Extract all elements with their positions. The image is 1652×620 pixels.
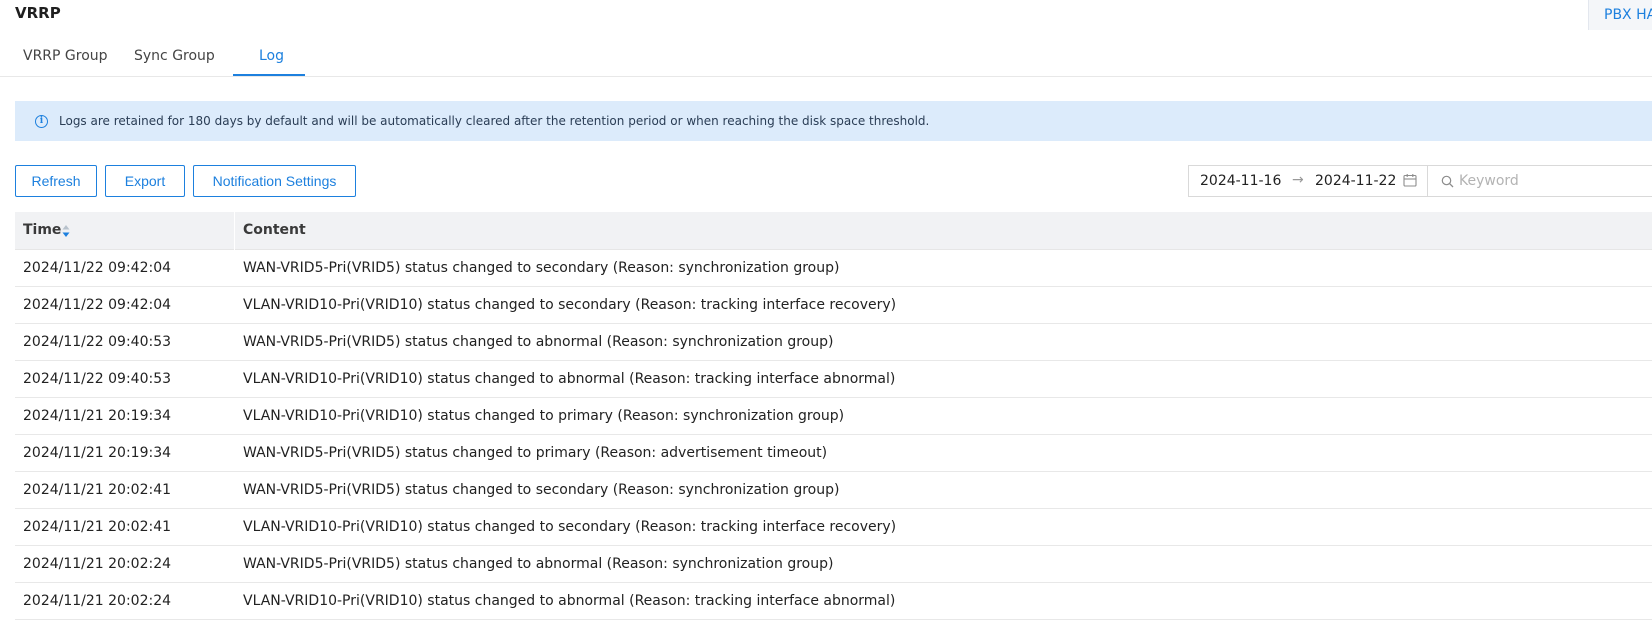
search-input[interactable] — [1459, 171, 1649, 191]
active-tab-indicator — [233, 74, 305, 76]
search-icon — [1441, 175, 1454, 188]
table-header: Time Content — [15, 212, 1652, 250]
table-row[interactable]: 2024/11/21 20:19:34 VLAN-VRID10-Pri(VRID1… — [15, 398, 1652, 435]
cell-content: VLAN-VRID10-Pri(VRID10) status changed t… — [243, 297, 897, 313]
cell-time: 2024/11/22 09:40:53 — [23, 334, 172, 350]
cell-time: 2024/11/22 09:42:04 — [23, 260, 172, 276]
cell-content: WAN-VRID5-Pri(VRID5) status changed to a… — [243, 334, 834, 350]
date-end[interactable]: 2024-11-22 — [1315, 173, 1396, 189]
cell-content: VLAN-VRID10-Pri(VRID10) status changed t… — [243, 593, 896, 609]
table-row[interactable]: 2024/11/21 20:02:41 WAN-VRID5-Pri(VRID5) … — [15, 472, 1652, 509]
table-body: 2024/11/22 09:42:04 WAN-VRID5-Pri(VRID5) … — [15, 250, 1652, 620]
table-row[interactable]: 2024/11/21 20:19:34 WAN-VRID5-Pri(VRID5) … — [15, 435, 1652, 472]
cell-content: WAN-VRID5-Pri(VRID5) status changed to s… — [243, 482, 840, 498]
cell-time: 2024/11/21 20:02:24 — [23, 593, 172, 609]
tab-bar: VRRP Group Sync Group Log — [0, 38, 1652, 77]
pbx-ha-button[interactable]: PBX HA — [1588, 0, 1652, 30]
column-header-content: Content — [243, 222, 306, 238]
table-row[interactable]: 2024/11/22 09:42:04 VLAN-VRID10-Pri(VRID1… — [15, 287, 1652, 324]
retention-notice: i Logs are retained for 180 days by defa… — [15, 101, 1652, 141]
cell-time: 2024/11/21 20:19:34 — [23, 445, 172, 461]
cell-time: 2024/11/22 09:42:04 — [23, 297, 172, 313]
export-button[interactable]: Export — [105, 165, 185, 197]
info-icon: i — [35, 114, 48, 128]
cell-content: VLAN-VRID10-Pri(VRID10) status changed t… — [243, 371, 896, 387]
table-row[interactable]: 2024/11/21 20:02:24 VLAN-VRID10-Pri(VRID1… — [15, 583, 1652, 620]
retention-notice-text: Logs are retained for 180 days by defaul… — [59, 114, 930, 128]
vrrp-log-page: VRRP PBX HA VRRP Group Sync Group Log i … — [0, 0, 1652, 620]
table-row[interactable]: 2024/11/22 09:40:53 VLAN-VRID10-Pri(VRID1… — [15, 361, 1652, 398]
refresh-button[interactable]: Refresh — [15, 165, 97, 197]
date-range-picker[interactable]: 2024-11-16 → 2024-11-22 — [1188, 165, 1428, 197]
column-divider — [234, 212, 235, 250]
tab-vrrp-group[interactable]: VRRP Group — [23, 48, 108, 64]
cell-time: 2024/11/21 20:02:41 — [23, 519, 172, 535]
tab-sync-group[interactable]: Sync Group — [134, 48, 215, 64]
cell-time: 2024/11/21 20:19:34 — [23, 408, 172, 424]
date-start[interactable]: 2024-11-16 — [1200, 173, 1281, 189]
column-header-time[interactable]: Time — [23, 222, 61, 238]
table-row[interactable]: 2024/11/21 20:02:24 WAN-VRID5-Pri(VRID5) … — [15, 546, 1652, 583]
cell-content: WAN-VRID5-Pri(VRID5) status changed to a… — [243, 556, 834, 572]
table-row[interactable]: 2024/11/22 09:42:04 WAN-VRID5-Pri(VRID5) … — [15, 250, 1652, 287]
cell-content: VLAN-VRID10-Pri(VRID10) status changed t… — [243, 408, 845, 424]
cell-time: 2024/11/21 20:02:24 — [23, 556, 172, 572]
cell-time: 2024/11/21 20:02:41 — [23, 482, 172, 498]
calendar-icon[interactable] — [1403, 173, 1417, 187]
date-range-arrow: → — [1292, 172, 1304, 188]
tab-log[interactable]: Log — [259, 48, 284, 64]
cell-content: VLAN-VRID10-Pri(VRID10) status changed t… — [243, 519, 897, 535]
cell-time: 2024/11/22 09:40:53 — [23, 371, 172, 387]
log-table: Time Content 2024/11/22 09:42:04 WAN-VRID… — [15, 212, 1652, 620]
sort-icon[interactable] — [62, 224, 70, 238]
page-title: VRRP — [15, 4, 61, 22]
table-row[interactable]: 2024/11/22 09:40:53 WAN-VRID5-Pri(VRID5) … — [15, 324, 1652, 361]
notification-settings-button[interactable]: Notification Settings — [193, 165, 356, 197]
cell-content: WAN-VRID5-Pri(VRID5) status changed to p… — [243, 445, 828, 461]
table-row[interactable]: 2024/11/21 20:02:41 VLAN-VRID10-Pri(VRID1… — [15, 509, 1652, 546]
cell-content: WAN-VRID5-Pri(VRID5) status changed to s… — [243, 260, 840, 276]
keyword-search[interactable] — [1427, 165, 1652, 197]
